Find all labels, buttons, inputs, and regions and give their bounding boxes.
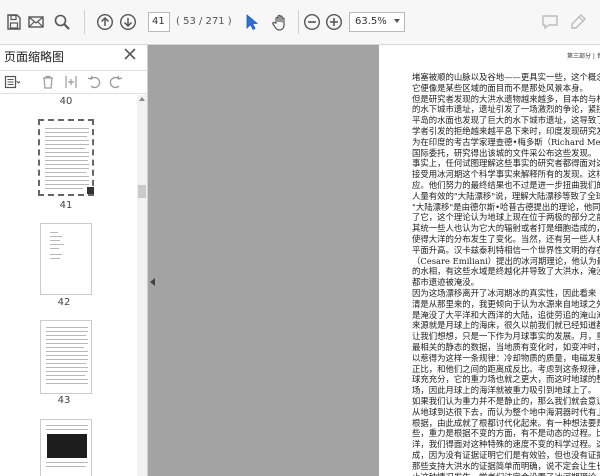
chevron-down-icon[interactable] [394,19,400,23]
page-thumbnails-panel: 页面缩略图 40 41 42 43 [0,45,148,476]
comment-icon[interactable] [540,12,560,32]
page-number-input[interactable]: 41 [148,12,170,32]
resize-handle[interactable] [87,187,94,194]
close-icon[interactable] [122,46,138,62]
thumbnail-photo [47,434,87,458]
toolbar-divider [84,10,85,34]
highlight-pen-icon[interactable] [568,12,588,32]
thumbnail-page-43[interactable] [40,320,92,394]
panel-title: 页面缩略图 [4,50,65,64]
thumbnail-page-41[interactable] [38,119,94,196]
panel-scroll-thumb[interactable] [138,185,146,198]
toolbar: 41 ( 53 / 271 ) 63.5% [0,0,600,45]
mail-icon[interactable] [26,12,46,32]
search-icon[interactable] [52,12,72,32]
page-header: 第三部分 | 世界大洪水 [567,53,600,60]
document-page: 第三部分 | 世界大洪水 堵塞被顺的山脉以及谷地——更具实一些，这个概念就是一它… [379,45,600,476]
zoom-out-icon[interactable] [302,12,322,32]
delete-page-icon[interactable] [40,74,58,92]
save-icon[interactable] [4,12,24,32]
thumbnail-page-42[interactable] [40,223,92,295]
hand-tool-icon[interactable] [270,12,290,32]
redo-icon[interactable] [108,74,126,92]
page-count: ( 53 / 271 ) [176,16,232,27]
page-text-line: 止这种情况发生，学者们注定会设置了冰河期理论，致人是 [412,471,600,476]
collapse-panel-icon[interactable] [150,278,155,286]
insert-page-icon[interactable] [63,74,81,92]
thumbnail-label: 43 [57,395,71,406]
thumbnail-label: 40 [59,96,73,107]
panel-toolbar [0,70,147,94]
toolbar-divider [298,10,299,34]
next-page-icon[interactable] [118,12,138,32]
thumbnail-page-44[interactable] [40,419,92,476]
thumbnail-options-icon[interactable] [4,74,22,92]
scroll-up-icon[interactable] [139,97,145,101]
thumbnail-label: 42 [57,297,71,308]
panel-scrollbar[interactable] [137,95,147,476]
zoom-in-icon[interactable] [324,12,344,32]
select-tool-icon[interactable] [241,12,261,32]
thumbnail-label: 41 [59,200,73,211]
undo-icon[interactable] [86,74,104,92]
prev-page-icon[interactable] [95,12,115,32]
